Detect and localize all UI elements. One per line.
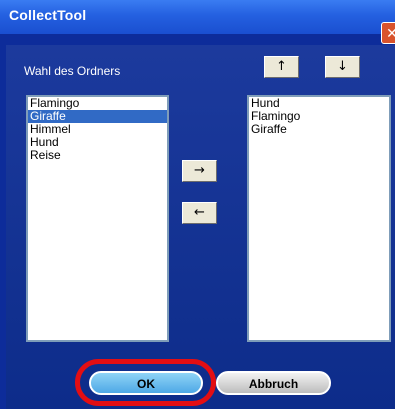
move-up-button[interactable]: ↑ <box>264 56 299 78</box>
collecttool-window: CollectTool ✕ Wahl des Ordners ↑ ↓ Flami… <box>0 0 395 409</box>
move-down-button[interactable]: ↓ <box>325 56 360 78</box>
add-to-selection-button[interactable]: → <box>182 160 217 182</box>
available-folders-list[interactable]: Flamingo Giraffe Himmel Hund Reise <box>26 95 169 342</box>
list-item[interactable]: Reise <box>28 149 167 162</box>
list-item[interactable]: Giraffe <box>249 123 389 136</box>
cancel-button[interactable]: Abbruch <box>216 371 331 395</box>
selected-folders-list[interactable]: Hund Flamingo Giraffe <box>247 95 391 342</box>
ok-button[interactable]: OK <box>89 371 203 395</box>
remove-from-selection-button[interactable]: ← <box>182 202 217 224</box>
dialog-body: Wahl des Ordners ↑ ↓ Flamingo Giraffe Hi… <box>6 45 395 409</box>
title-bar: CollectTool ✕ <box>0 0 395 44</box>
close-icon[interactable]: ✕ <box>381 22 395 44</box>
folder-selection-label: Wahl des Ordners <box>24 64 121 78</box>
window-title: CollectTool <box>9 7 87 23</box>
